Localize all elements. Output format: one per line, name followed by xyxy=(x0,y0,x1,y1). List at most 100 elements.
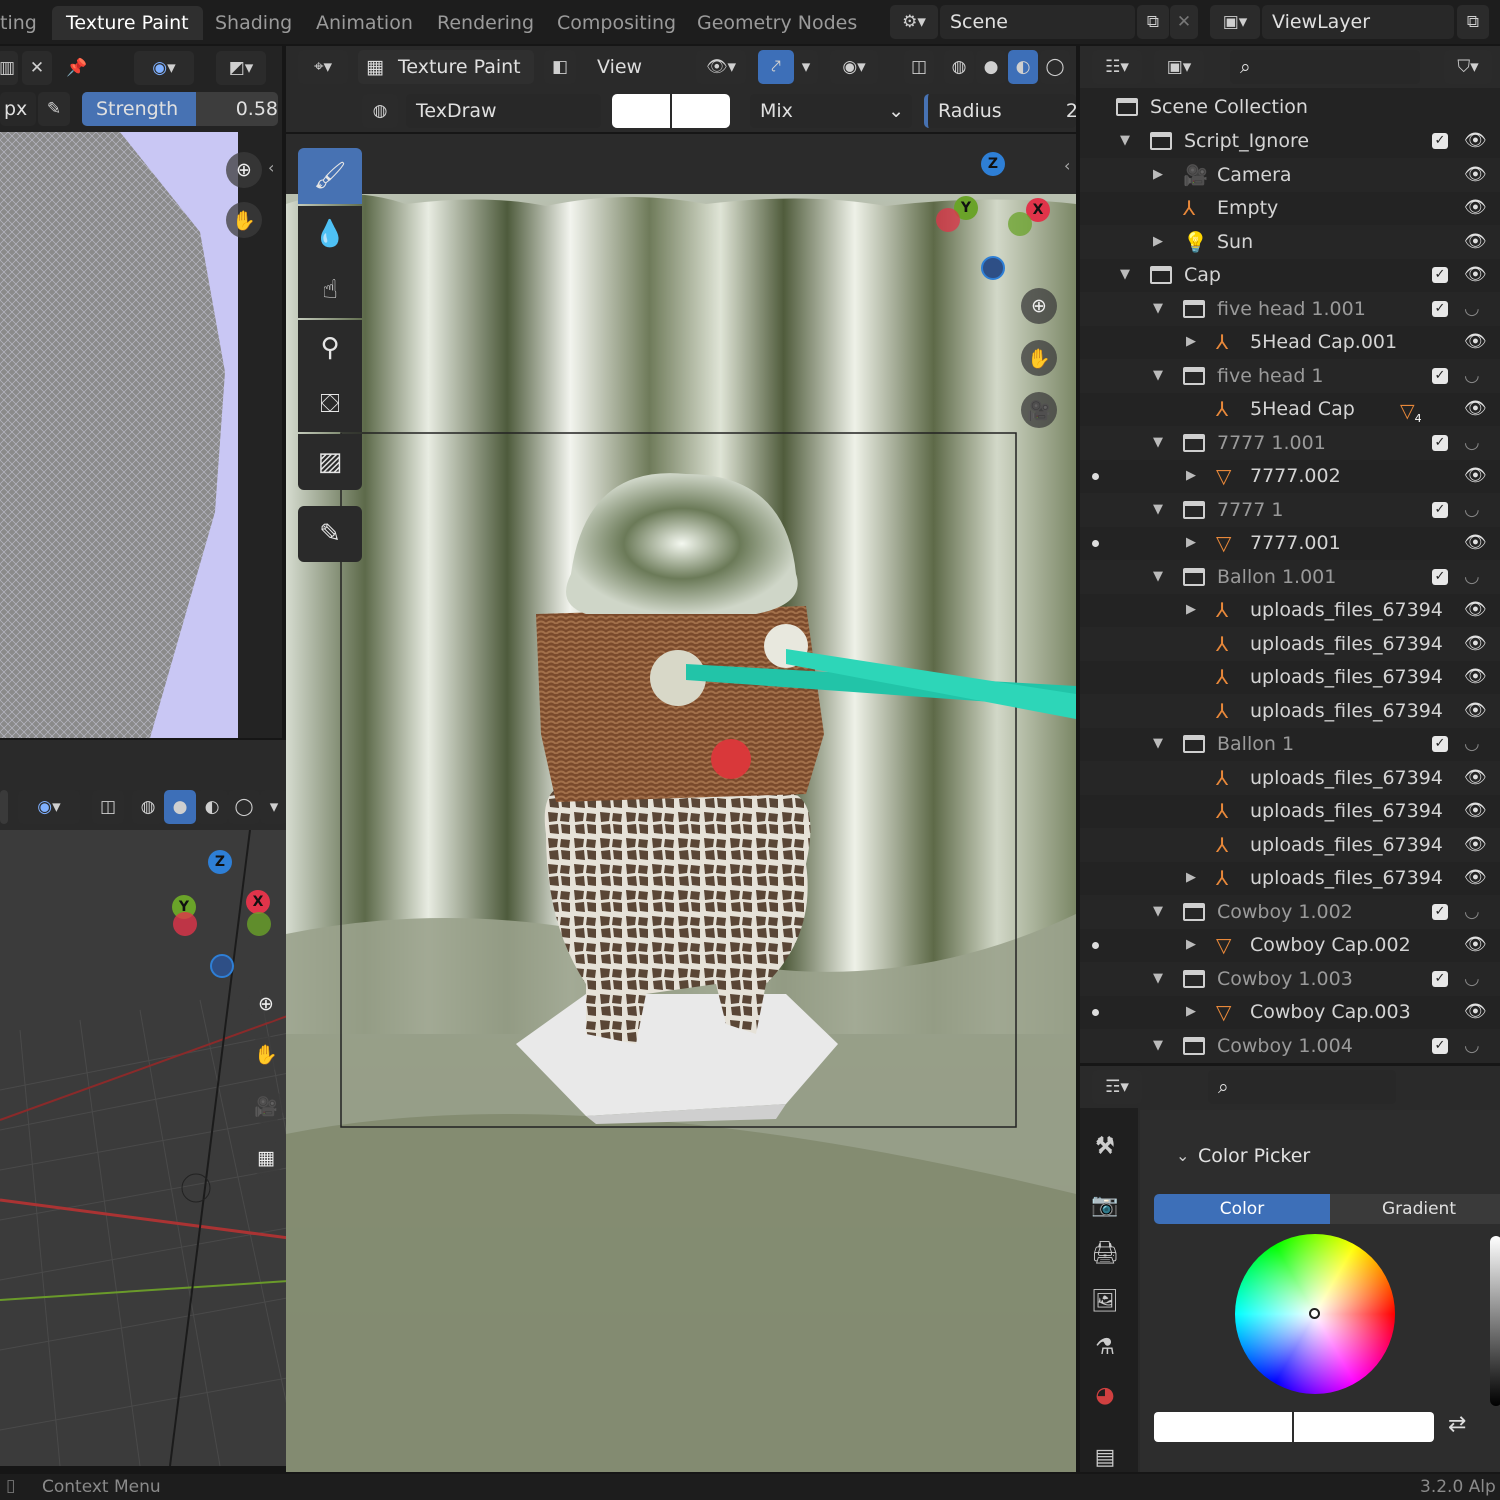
eye-closed-icon[interactable]: ◡ xyxy=(1464,426,1480,460)
eye-icon[interactable]: 👁 xyxy=(1464,794,1487,828)
color-tab[interactable]: Color xyxy=(1154,1194,1330,1224)
exclude-checkbox[interactable]: ✓ xyxy=(1432,133,1448,149)
main-camera-view-icon[interactable]: 🎥 xyxy=(1021,392,1057,428)
display-mode-icon[interactable]: ▣▾ xyxy=(1154,50,1204,84)
main-gizmo-neg-y[interactable] xyxy=(1008,212,1032,236)
secondary-viewport[interactable]: ◉▾ ◫ ◍ ● ◐ ◯ ▾ Z Y X ⊕ ✋ 🎥 ▦ ‹ xyxy=(0,740,304,1466)
eye-icon[interactable]: 👁 xyxy=(1464,593,1487,627)
brush-preview-icon[interactable]: ◍ xyxy=(362,94,398,128)
expand-arrow-icon[interactable]: ▶ xyxy=(1186,995,1196,1029)
collapse-chevron-icon[interactable]: ⌄ xyxy=(1176,1146,1189,1165)
expand-arrow-icon[interactable]: ▶ xyxy=(1186,861,1196,895)
tab-animation[interactable]: Animation xyxy=(316,6,413,40)
eye-closed-icon[interactable]: ◡ xyxy=(1464,1029,1480,1063)
exclude-checkbox[interactable]: ✓ xyxy=(1432,267,1448,283)
tab-workspace-partial[interactable]: ting xyxy=(0,6,37,40)
exclude-checkbox[interactable]: ✓ xyxy=(1432,736,1448,752)
eye-icon[interactable]: 👁 xyxy=(1464,627,1487,661)
primary-color-swatch[interactable] xyxy=(612,94,670,128)
eye-icon[interactable]: 👁 xyxy=(1464,392,1487,426)
solid-shading-icon-2[interactable]: ● xyxy=(976,50,1006,84)
color-wheel[interactable] xyxy=(1235,1234,1395,1394)
eye-icon[interactable]: 👁 xyxy=(1464,761,1487,795)
soften-brush-icon[interactable]: 💧 xyxy=(298,206,362,262)
main-collapse-arrow-icon[interactable]: ‹ xyxy=(1064,156,1070,175)
scene-collection-row[interactable]: Scene Collection xyxy=(1080,90,1500,124)
tab-rendering[interactable]: Rendering xyxy=(437,6,534,40)
tab-shading[interactable]: Shading xyxy=(215,6,292,40)
properties-search-input[interactable]: ⌕ xyxy=(1208,1070,1396,1104)
material-shading-icon[interactable]: ◐ xyxy=(196,790,228,824)
outliner-row[interactable]: ▶ ⅄ uploads_files_67394 👁 xyxy=(1080,593,1500,627)
expand-arrow-icon[interactable]: ▶ xyxy=(1186,593,1196,627)
exclude-checkbox[interactable]: ✓ xyxy=(1432,903,1448,920)
eye-icon[interactable]: 👁 xyxy=(1464,158,1487,192)
exclude-checkbox[interactable]: ✓ xyxy=(1432,568,1448,585)
outliner-row[interactable]: ▼ five head 1 ✓ ◡ xyxy=(1080,358,1500,393)
expand-arrow-icon[interactable]: ▼ xyxy=(1153,962,1163,996)
main-gizmo-neg-x[interactable] xyxy=(936,208,960,232)
radius-slider[interactable]: Radius 2 xyxy=(924,94,1076,128)
xray-icon[interactable]: ◫ xyxy=(92,790,124,824)
outliner-row[interactable]: ⅄ Empty 👁 xyxy=(1080,191,1500,225)
exclude-checkbox[interactable]: ✓ xyxy=(1432,434,1448,451)
eye-icon[interactable]: 👁 xyxy=(1464,124,1487,158)
eye-closed-icon[interactable]: ◡ xyxy=(1464,493,1480,527)
clone-stamp-icon[interactable]: ⚲ xyxy=(298,320,362,376)
expand-arrow-icon[interactable]: ▼ xyxy=(1153,292,1163,326)
outliner-row[interactable]: ▼ Ballon 1.001 ✓ ◡ xyxy=(1080,559,1500,594)
scene-name-field[interactable]: Scene xyxy=(940,5,1135,39)
outliner-row[interactable]: ⅄ uploads_files_67394 👁 xyxy=(1080,626,1500,661)
filter-icon[interactable]: ⛉▾ xyxy=(1444,50,1492,84)
outliner-row[interactable]: ⅄ uploads_files_67394 👁 xyxy=(1080,693,1500,728)
close-scene-icon[interactable]: ✕ xyxy=(1170,5,1198,39)
eye-icon[interactable]: 👁 xyxy=(1464,861,1487,895)
eye-closed-icon[interactable]: ◡ xyxy=(1464,292,1480,326)
outliner-editor-type-icon[interactable]: ☷▾ xyxy=(1092,50,1142,84)
outliner-row[interactable]: ⅄ uploads_files_67394 👁 xyxy=(1080,827,1500,862)
color-wheel-cursor[interactable] xyxy=(1309,1308,1320,1319)
swap-colors-icon[interactable]: ⇄ xyxy=(1448,1412,1466,1437)
outliner-row[interactable]: ▼ Ballon 1 ✓ ◡ xyxy=(1080,727,1500,761)
view-layer-tab-icon[interactable]: 🖼 xyxy=(1088,1284,1122,1318)
expand-arrow-icon[interactable]: ▼ xyxy=(1153,359,1163,393)
eye-icon[interactable]: 👁 xyxy=(1464,928,1487,962)
outliner-row[interactable]: ▼ Script_Ignore ✓ 👁 xyxy=(1080,124,1500,158)
outliner-row[interactable]: ▶ 🎥 Camera 👁 xyxy=(1080,157,1500,192)
overlay-toggle-icon-3[interactable]: ◉▾ xyxy=(830,50,878,84)
strength-slider[interactable]: Strength 0.58 xyxy=(82,92,278,126)
outliner-row[interactable]: ▼ Cap ✓ 👁 xyxy=(1080,258,1500,292)
edge-button[interactable] xyxy=(0,790,8,824)
new-scene-icon[interactable]: ⧉ xyxy=(1137,5,1169,39)
expand-arrow-icon[interactable]: ▶ xyxy=(1186,526,1196,560)
outliner-search-input[interactable]: ⌕ xyxy=(1230,50,1420,84)
exclude-checkbox[interactable]: ✓ xyxy=(1432,367,1448,384)
expand-arrow-icon[interactable]: ▶ xyxy=(1153,225,1163,259)
overlay-toggle-icon-2[interactable]: ◉ ▾ xyxy=(18,790,80,824)
eye-icon[interactable]: 👁 xyxy=(1464,526,1487,560)
eye-closed-icon[interactable]: ◡ xyxy=(1464,962,1480,996)
expand-arrow-icon[interactable]: ▼ xyxy=(1153,493,1163,527)
expand-arrow-icon[interactable]: ▼ xyxy=(1120,258,1130,292)
eye-icon[interactable]: 👁 xyxy=(1464,660,1487,694)
main-zoom-icon[interactable]: ⊕ xyxy=(1021,288,1057,324)
outliner-row[interactable]: ▶ ⅄ uploads_files_67394 👁 xyxy=(1080,861,1500,895)
gizmo-neg-z[interactable] xyxy=(210,954,234,978)
render-tab-icon[interactable]: 📷 xyxy=(1088,1188,1122,1222)
pressure-pen-icon[interactable]: ✎ xyxy=(38,92,70,126)
scene-tab-icon[interactable]: ⚗ xyxy=(1088,1330,1122,1364)
exclude-checkbox[interactable]: ✓ xyxy=(1432,970,1448,987)
gizmo-options-icon[interactable]: ▾ xyxy=(794,50,818,84)
pin-icon[interactable]: 📌 xyxy=(62,51,92,85)
main-gizmo-neg-z[interactable] xyxy=(981,256,1005,280)
eye-icon[interactable]: 👁 xyxy=(1464,191,1487,225)
exclude-checkbox[interactable]: ✓ xyxy=(1432,501,1448,518)
material-shading-icon-2[interactable]: ◐ xyxy=(1008,50,1038,84)
brush-name-field[interactable]: TexDraw xyxy=(406,94,601,128)
ortho-grid-icon[interactable]: ▦ xyxy=(248,1140,284,1176)
secondary-color-field[interactable] xyxy=(1294,1412,1434,1442)
gradient-tab[interactable]: Gradient xyxy=(1330,1194,1500,1224)
eye-icon[interactable]: 👁 xyxy=(1464,828,1487,862)
outliner-row[interactable]: ▶ ⅄ 5Head Cap.001 👁 xyxy=(1080,325,1500,359)
smear-brush-icon[interactable]: ☝ xyxy=(298,262,362,318)
